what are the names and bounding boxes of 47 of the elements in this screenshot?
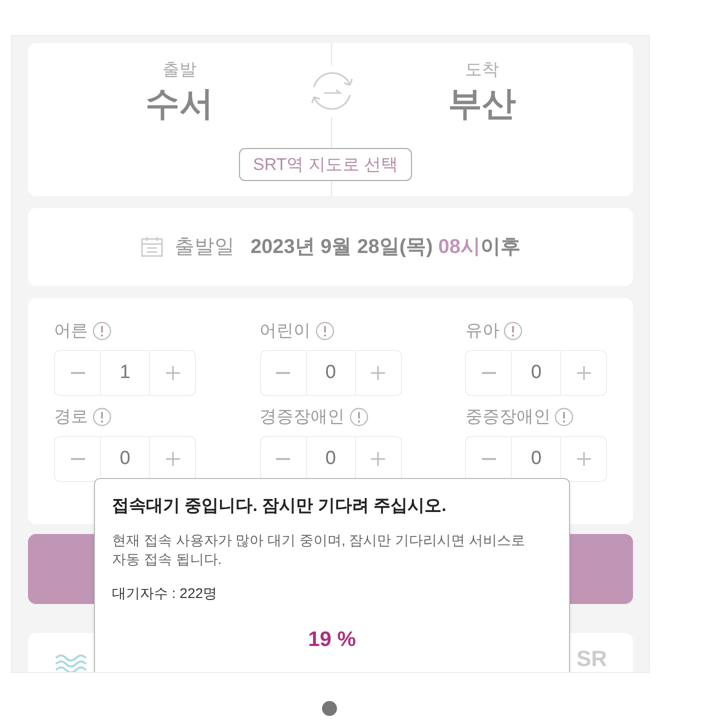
passenger-count: 0 (306, 350, 355, 396)
plus-icon (576, 366, 591, 380)
plus-icon (166, 366, 180, 380)
minus-icon (70, 372, 84, 374)
date-card[interactable]: 출발일 2023년 9월 28일(목) 08시이후 (28, 208, 633, 286)
minus-icon (276, 458, 290, 460)
info-icon[interactable] (92, 407, 112, 427)
minus-icon (482, 372, 496, 374)
departure-date: 2023년 9월 28일(목) 08시이후 (250, 235, 521, 260)
minus-icon (276, 372, 290, 374)
info-icon[interactable] (554, 407, 574, 427)
calendar-icon (140, 236, 164, 258)
passenger-type-label: 어린이 (260, 320, 311, 342)
date-label: 출발일 (174, 235, 234, 260)
plus-button[interactable] (560, 350, 608, 396)
info-icon[interactable] (348, 407, 369, 427)
queue-count: 대기자수 : 222명 (112, 584, 218, 603)
page-indicator[interactable] (322, 701, 337, 716)
passenger-count: 0 (512, 350, 560, 396)
dialog-title: 접속대기 중입니다. 잠시만 기다려 주십시오. (112, 495, 448, 517)
plus-button[interactable] (354, 350, 402, 396)
map-select-button[interactable]: SRT역 지도로 선택 (239, 148, 412, 181)
plus-button[interactable] (149, 350, 196, 396)
plus-icon (371, 366, 386, 380)
progress-percent: 19 % (308, 627, 356, 653)
info-icon[interactable] (92, 321, 112, 341)
departure-label: 출발 (162, 59, 196, 81)
minus-icon (70, 458, 84, 460)
minus-icon (482, 458, 496, 460)
arrival-label: 도착 (464, 59, 499, 81)
passenger-count: 1 (101, 350, 149, 396)
plus-icon (371, 452, 386, 466)
minus-button[interactable] (54, 350, 101, 396)
passenger-type-label: 중증장애인 (465, 406, 550, 428)
minus-button[interactable] (465, 350, 512, 396)
info-icon[interactable] (314, 321, 335, 341)
plus-icon (576, 452, 591, 466)
dialog-message: 현재 접속 사용자가 많아 대기 중이며, 잠시만 기다리시면 서비스로 자동 접속 됩니다. (112, 530, 526, 569)
departure-station[interactable]: 수서 (145, 82, 214, 125)
passenger-type-label: 경로 (54, 406, 88, 428)
passenger-type-label: 어른 (54, 320, 88, 342)
info-icon[interactable] (503, 321, 524, 341)
arrival-station[interactable]: 부산 (448, 82, 516, 125)
plus-icon (166, 452, 180, 466)
passenger-type-label: 유아 (465, 320, 500, 342)
passenger-type-label: 경증장애인 (260, 406, 345, 428)
minus-button[interactable] (260, 350, 307, 396)
